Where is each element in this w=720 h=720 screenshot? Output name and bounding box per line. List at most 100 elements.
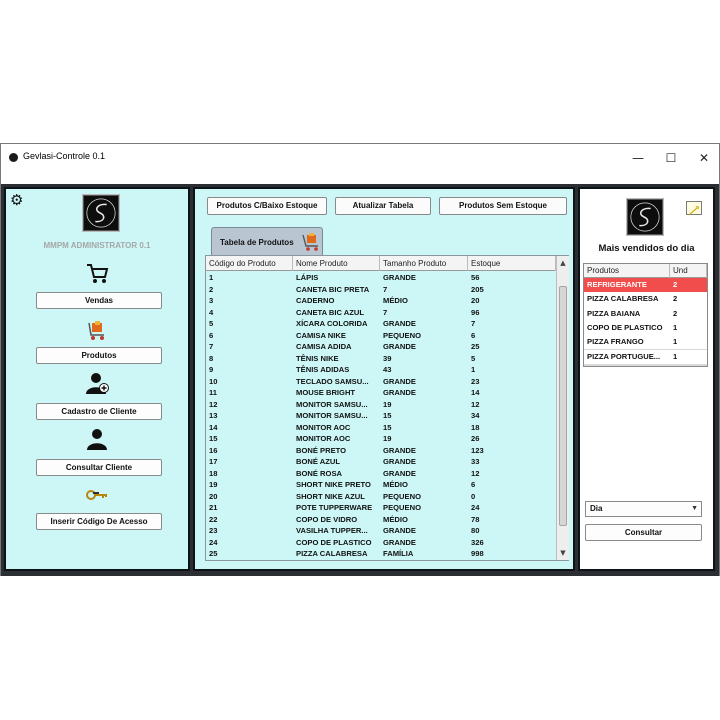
table-row[interactable]: 5 XÍCARA COLORIDA GRANDE 7: [206, 318, 556, 330]
products-table-body: 1 LÁPIS GRANDE 56 2 CANETA BIC PRETA 7 205 3 CADE…: [206, 272, 556, 560]
sales-button[interactable]: Vendas: [36, 292, 162, 309]
chevron-down-icon: ▼: [691, 505, 698, 512]
tab-products-table[interactable]: Tabela de Produtos: [211, 227, 323, 255]
table-cell: 123: [471, 445, 484, 455]
table-cell: 34: [471, 411, 480, 420]
table-cell: 33: [471, 457, 480, 466]
consult-button[interactable]: Consultar: [585, 524, 702, 541]
table-cell: 3: [209, 296, 214, 305]
products-cart-icon: [300, 232, 322, 252]
list-item[interactable]: REFRIGERANTE 2: [584, 278, 707, 293]
period-select-value: Dia: [590, 504, 603, 513]
table-row[interactable]: 4 CANETA BIC AZUL 7 96: [206, 307, 556, 319]
table-cell: 16: [209, 445, 218, 455]
table-row[interactable]: 12 MONITOR SAMSU... 19 12: [206, 399, 556, 411]
list-item[interactable]: PIZZA BAIANA 2: [584, 306, 707, 321]
column-header-code[interactable]: Código do Produto: [206, 256, 293, 271]
table-cell: MONITOR AOC: [296, 422, 351, 432]
table-row[interactable]: 16 BONÉ PRETO GRANDE 123: [206, 445, 556, 457]
table-cell: CANETA BIC AZUL: [296, 307, 365, 317]
product-units: 2: [673, 308, 678, 318]
product-name: PIZZA PORTUGUE...: [587, 351, 661, 361]
table-row[interactable]: 9 TÊNIS ADIDAS 43 1: [206, 364, 556, 376]
scroll-down-icon[interactable]: ▼: [557, 547, 569, 559]
table-row[interactable]: 18 BONÉ ROSA GRANDE 12: [206, 468, 556, 480]
table-scrollbar[interactable]: ▲ ▼: [556, 256, 569, 560]
table-row[interactable]: 1 LÁPIS GRANDE 56: [206, 272, 556, 284]
table-row[interactable]: 17 BONÉ AZUL GRANDE 33: [206, 456, 556, 468]
table-row[interactable]: 20 SHORT NIKE AZUL PEQUENO 0: [206, 491, 556, 503]
table-row[interactable]: 3 CADERNO MÉDIO 20: [206, 295, 556, 307]
minimize-button[interactable]: —: [623, 148, 653, 168]
tab-label: Tabela de Produtos: [220, 238, 294, 247]
products-button[interactable]: Produtos: [36, 347, 162, 364]
table-row[interactable]: 11 MOUSE BRIGHT GRANDE 14: [206, 387, 556, 399]
table-cell: 18: [209, 468, 218, 478]
period-select[interactable]: Dia ▼: [585, 501, 702, 517]
table-row[interactable]: 8 TÊNIS NIKE 39 5: [206, 353, 556, 365]
table-row[interactable]: 14 MONITOR AOC 15 18: [206, 422, 556, 434]
table-cell: BONÉ PRETO: [296, 445, 347, 455]
logo-icon: [626, 198, 664, 236]
product-name: PIZZA BAIANA: [587, 308, 641, 318]
column-header-products[interactable]: Produtos: [584, 264, 670, 278]
table-cell: MÉDIO: [383, 480, 408, 489]
table-cell: 7: [209, 342, 214, 351]
table-cell: 14: [209, 422, 218, 432]
table-cell: MONITOR SAMSU...: [296, 399, 368, 409]
maximize-button[interactable]: ☐: [656, 148, 686, 168]
table-cell: 15: [383, 422, 392, 432]
add-user-icon: [84, 371, 110, 395]
refresh-table-button[interactable]: Atualizar Tabela: [335, 197, 431, 215]
table-cell: 80: [471, 526, 480, 535]
table-row[interactable]: 6 CAMISA NIKE PEQUENO 6: [206, 330, 556, 342]
close-button[interactable]: ✕: [689, 148, 719, 168]
product-units: 1: [673, 337, 678, 347]
scroll-thumb[interactable]: [559, 286, 567, 526]
list-item[interactable]: COPO DE PLASTICO 1: [584, 320, 707, 336]
table-row[interactable]: 13 MONITOR SAMSU... 15 34: [206, 410, 556, 422]
table-cell: BONÉ ROSA: [296, 468, 342, 478]
consult-client-button[interactable]: Consultar Cliente: [36, 459, 162, 476]
note-icon[interactable]: [686, 201, 702, 215]
title-bar[interactable]: Gevlasi-Controle 0.1 — ☐ ✕: [1, 144, 719, 172]
column-header-units[interactable]: Und: [670, 264, 707, 278]
table-cell: 21: [209, 503, 218, 512]
table-row[interactable]: 19 SHORT NIKE PRETO MÉDIO 6: [206, 479, 556, 491]
no-stock-button[interactable]: Produtos Sem Estoque: [439, 197, 567, 215]
list-item[interactable]: PIZZA CALABRESA 2: [584, 292, 707, 307]
table-row[interactable]: 2 CANETA BIC PRETA 7 205: [206, 284, 556, 296]
table-cell: 17: [209, 457, 218, 466]
products-table: Código do Produto Nome Produto Tamanho P…: [205, 255, 569, 561]
table-row[interactable]: 24 COPO DE PLASTICO GRANDE 326: [206, 537, 556, 549]
table-cell: XÍCARA COLORIDA: [296, 319, 368, 328]
table-row[interactable]: 22 COPO DE VIDRO MÉDIO 78: [206, 514, 556, 526]
table-cell: 6: [471, 480, 476, 489]
scroll-up-icon[interactable]: ▲: [557, 257, 569, 269]
column-header-stock[interactable]: Estoque: [468, 256, 556, 271]
column-header-size[interactable]: Tamanho Produto: [380, 256, 468, 271]
gear-icon[interactable]: ⚙: [10, 191, 23, 209]
table-cell: VASILHA TUPPER...: [296, 526, 368, 535]
table-row[interactable]: 21 POTE TUPPERWARE PEQUENO 24: [206, 502, 556, 514]
table-row[interactable]: 15 MONITOR AOC 19 26: [206, 433, 556, 445]
list-item[interactable]: PIZZA PORTUGUE... 1: [584, 349, 707, 364]
table-cell: GRANDE: [383, 273, 416, 282]
table-cell: 1: [209, 273, 214, 282]
table-row[interactable]: 10 TECLADO SAMSU... GRANDE 23: [206, 376, 556, 388]
register-client-button[interactable]: Cadastro de Cliente: [36, 403, 162, 420]
table-row[interactable]: 25 PIZZA CALABRESA FAMÍLIA 998: [206, 548, 556, 560]
list-item[interactable]: PIZZA FRANGO 1: [584, 335, 707, 350]
table-row[interactable]: 7 CAMISA ADIDA GRANDE 25: [206, 341, 556, 353]
table-row[interactable]: 23 VASILHA TUPPER... GRANDE 80: [206, 525, 556, 537]
table-cell: 20: [471, 296, 480, 305]
access-code-button[interactable]: Inserir Código De Acesso: [36, 513, 162, 530]
table-cell: 22: [209, 514, 218, 524]
low-stock-button[interactable]: Produtos C/Baixo Estoque: [207, 197, 327, 215]
table-cell: 23: [209, 526, 218, 535]
bestsellers-table-header: Produtos Und: [584, 264, 707, 278]
table-cell: 998: [471, 549, 484, 558]
table-cell: TÊNIS ADIDAS: [296, 365, 350, 374]
product-name: COPO DE PLASTICO: [587, 322, 663, 332]
column-header-name[interactable]: Nome Produto: [293, 256, 380, 271]
